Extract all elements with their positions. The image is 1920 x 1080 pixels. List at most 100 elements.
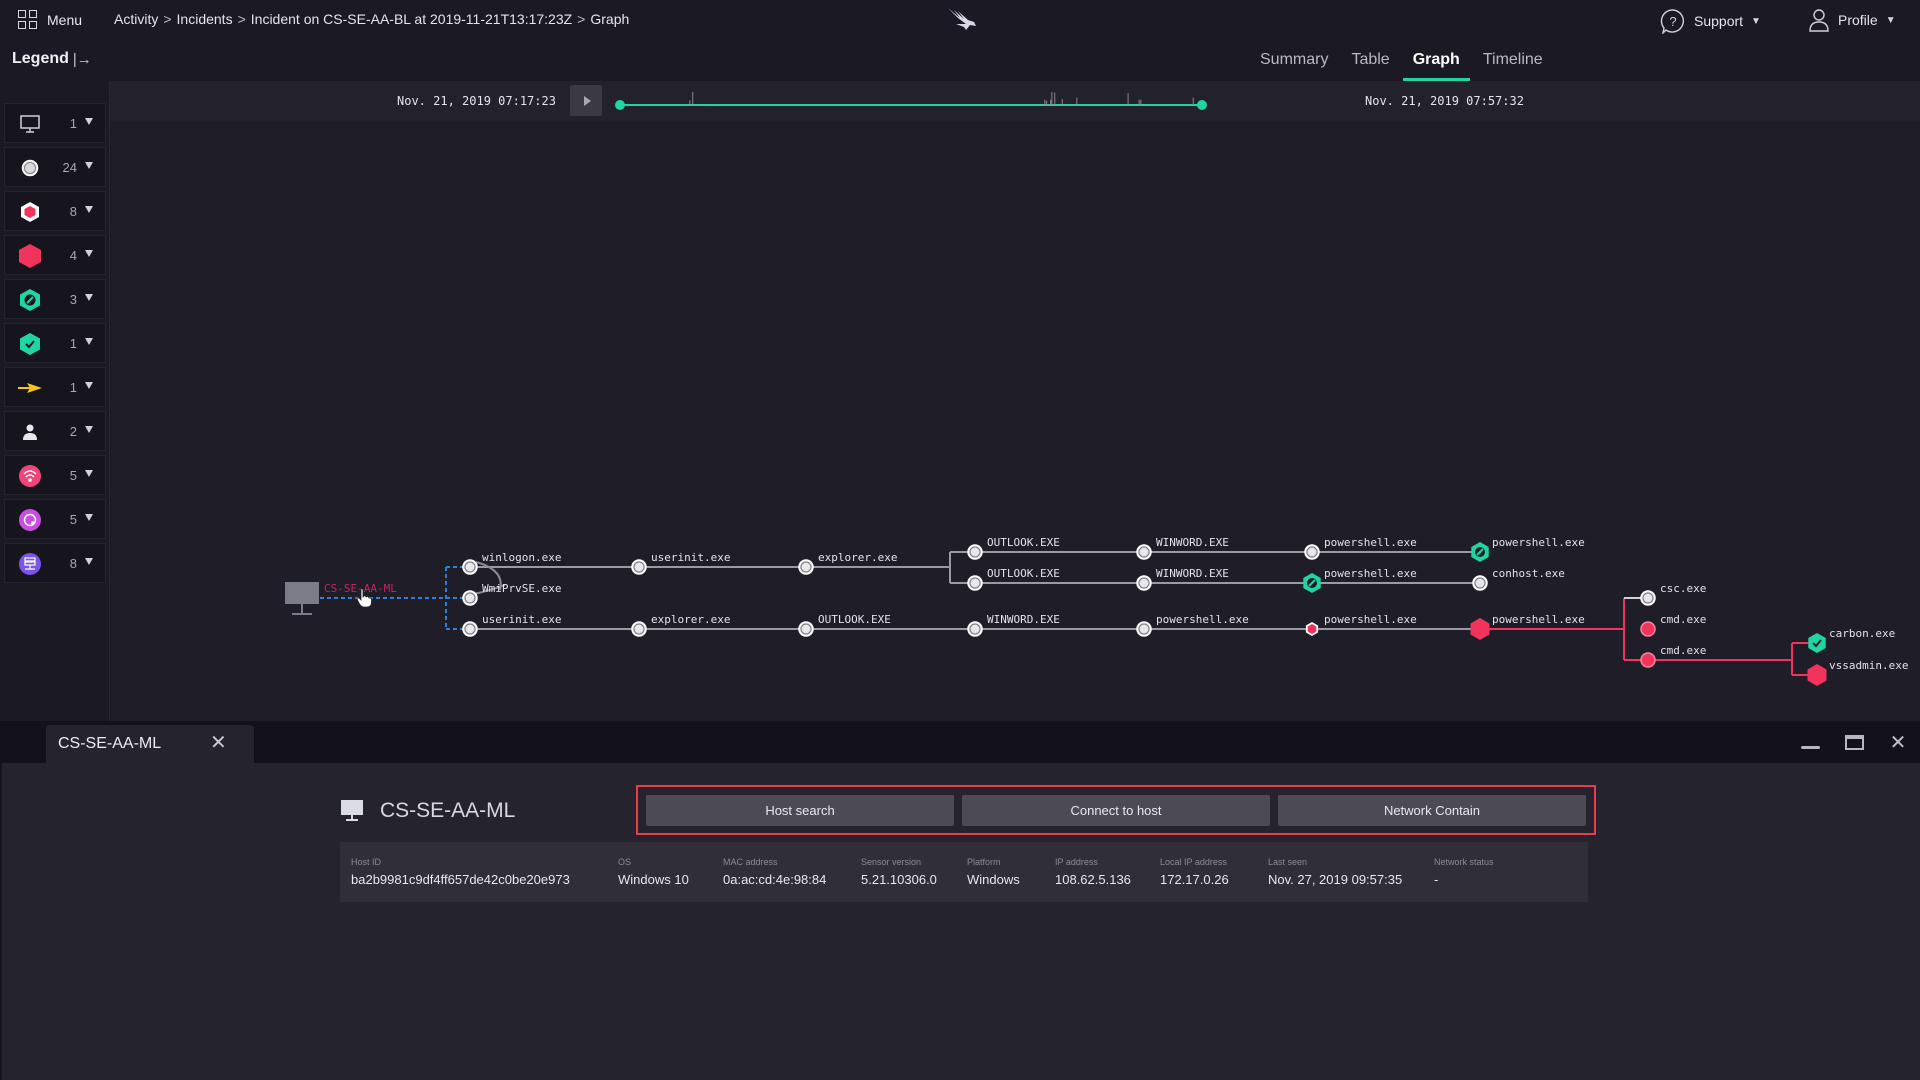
network-contain-button[interactable]: Network Contain [1278,795,1586,826]
legend-item-disk[interactable]: 5 [4,499,106,539]
field-value: Windows 10 [618,872,689,887]
process-label: userinit.exe [651,551,730,564]
detection-process-icon [1640,621,1656,637]
menu-button[interactable]: Menu [18,10,82,29]
field-label: IP address [1055,857,1098,867]
process-node[interactable]: userinit.exe [462,613,561,637]
process-node[interactable]: cmd.exe [1640,613,1706,637]
field-sensor-version: Sensor version 5.21.10306.0 [861,857,937,887]
tab-graph[interactable]: Graph [1402,40,1470,81]
process-node[interactable]: OUTLOOK.EXE [967,536,1060,560]
detail-tab-host[interactable]: CS-SE-AA-ML ✕ [46,725,254,763]
connect-to-host-button[interactable]: Connect to host [962,795,1270,826]
allowed-hex-icon [17,332,43,356]
process-node[interactable]: powershell.exe [1470,613,1585,640]
chevron-down-icon[interactable] [85,426,93,433]
process-node[interactable]: userinit.exe [631,551,730,575]
legend-count: 4 [69,248,77,263]
process-label: OUTLOOK.EXE [987,536,1060,549]
support-menu[interactable]: ? Support ▼ [1660,8,1761,34]
breadcrumb-incidents[interactable]: Incidents [177,11,233,27]
process-label: vssadmin.exe [1829,659,1908,672]
process-graph[interactable]: CS-SE-AA-ML winlogon.exe WmiPrvSE.exe useri… [111,121,1920,721]
process-node[interactable]: OUTLOOK.EXE [967,567,1060,591]
field-value: 108.62.5.136 [1055,872,1131,887]
legend-item-blocked[interactable]: 3 [4,279,106,319]
process-node[interactable]: carbon.exe [1808,627,1895,653]
process-node[interactable]: explorer.exe [631,613,730,637]
process-node[interactable]: WINWORD.EXE [1136,567,1229,591]
close-panel-button[interactable]: ✕ [1876,721,1920,763]
host-node-icon[interactable] [285,582,319,604]
field-value: - [1434,872,1439,887]
chevron-down-icon[interactable] [85,118,93,125]
profile-menu[interactable]: Profile ▼ [1808,8,1896,32]
falcon-logo-icon[interactable] [944,6,980,34]
legend-count: 8 [69,204,77,219]
process-label: OUTLOOK.EXE [987,567,1060,580]
timeline-start-handle[interactable] [615,100,625,110]
process-node[interactable]: OUTLOOK.EXE [798,613,891,637]
process-label: winlogon.exe [482,551,561,564]
chevron-down-icon[interactable] [85,162,93,169]
process-node[interactable]: WINWORD.EXE [1136,536,1229,560]
process-node[interactable]: vssadmin.exe [1807,659,1909,686]
legend-item-allowed[interactable]: 1 [4,323,106,363]
chevron-down-icon[interactable] [85,206,93,213]
legend-item-lateral[interactable]: 1 [4,367,106,407]
field-host-id: Host ID ba2b9981c9df4ff657de42c0be20e973 [351,857,570,887]
chevron-down-icon[interactable] [85,294,93,301]
chevron-down-icon[interactable] [85,382,93,389]
chevron-down-icon[interactable] [85,250,93,257]
process-node[interactable]: conhost.exe [1472,567,1565,591]
legend-item-process[interactable]: 24 [4,147,106,187]
legend-toggle[interactable]: Legend |→ [12,50,92,68]
tab-table[interactable]: Table [1341,40,1399,81]
chevron-down-icon[interactable] [85,338,93,345]
tab-summary[interactable]: Summary [1250,40,1338,81]
host-search-button[interactable]: Host search [646,795,954,826]
graph-canvas[interactable]: CS-SE-AA-MLwinlogon.exeWmiPrvSE.exeuseri… [111,121,1920,721]
legend-item-detection[interactable]: 4 [4,235,106,275]
legend-count: 1 [69,116,77,131]
timeline-track[interactable] [610,81,1350,121]
legend-item-host[interactable]: 1 [4,103,106,143]
process-label: OUTLOOK.EXE [818,613,891,626]
process-node[interactable]: csc.exe [1640,582,1706,606]
close-tab-icon[interactable]: ✕ [210,730,227,755]
field-label: Host ID [351,857,382,867]
legend-item-network[interactable]: 5 [4,455,106,495]
breadcrumb-separator: > [237,11,246,27]
maximize-icon [1844,734,1864,750]
tab-timeline[interactable]: Timeline [1473,40,1553,81]
minimize-button[interactable] [1788,721,1832,763]
legend-count: 8 [69,556,77,571]
field-label: MAC address [723,857,778,867]
process-node[interactable]: powershell.exe [1305,613,1417,636]
timeline-end-handle[interactable] [1197,100,1207,110]
process-node[interactable]: explorer.exe [798,551,897,575]
play-button[interactable] [570,85,602,116]
field-label: Local IP address [1160,857,1227,867]
breadcrumb-incident[interactable]: Incident on CS-SE-AA-BL at 2019-11-21T13… [251,11,572,27]
field-label: Last seen [1268,857,1308,867]
detection-hex-icon [1470,618,1490,640]
process-label: powershell.exe [1324,536,1417,549]
process-node[interactable]: cmd.exe [1640,644,1706,668]
process-label: conhost.exe [1492,567,1565,580]
process-node[interactable]: powershell.exe [1304,536,1417,560]
detection-process-icon [1640,652,1656,668]
legend-item-user[interactable]: 2 [4,411,106,451]
legend-item-detection-outlined[interactable]: 8 [4,191,106,231]
chevron-down-icon[interactable] [85,514,93,521]
process-node[interactable]: powershell.exe [1303,567,1417,593]
breadcrumb-activity[interactable]: Activity [114,11,158,27]
disk-icon [17,508,43,532]
legend-item-dns[interactable]: 8 [4,543,106,583]
chevron-down-icon[interactable] [85,470,93,477]
chevron-down-icon[interactable] [85,558,93,565]
process-node[interactable]: powershell.exe [1136,613,1249,637]
process-node[interactable]: powershell.exe [1471,536,1585,562]
maximize-button[interactable] [1832,721,1876,763]
process-node[interactable]: WINWORD.EXE [967,613,1060,637]
